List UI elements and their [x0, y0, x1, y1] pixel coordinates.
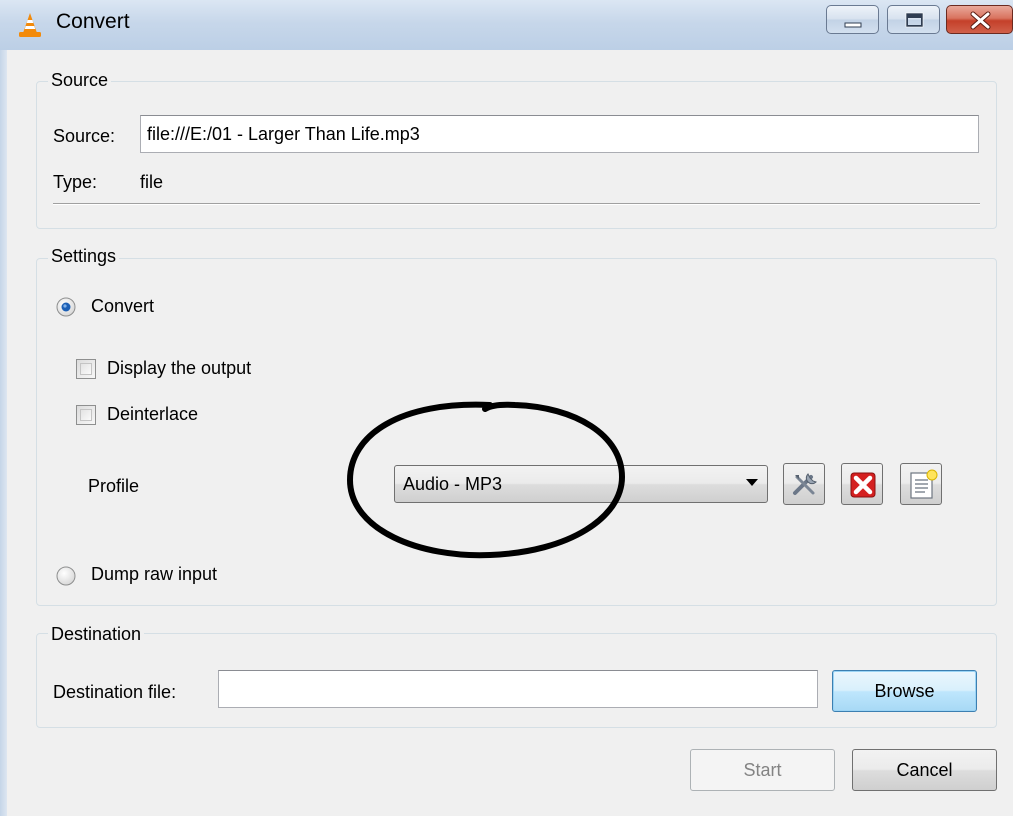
cancel-button[interactable]: Cancel	[852, 749, 997, 791]
profile-dropdown-value: Audio - MP3	[403, 473, 503, 494]
new-profile-button[interactable]	[900, 463, 942, 505]
title-bar[interactable]: Convert	[0, 0, 1013, 50]
settings-group	[36, 258, 997, 606]
maximize-icon	[905, 12, 924, 28]
edit-profile-button[interactable]	[783, 463, 825, 505]
minimize-button[interactable]	[826, 5, 879, 34]
window-title: Convert	[56, 10, 130, 33]
display-output-checkbox[interactable]	[76, 359, 96, 379]
convert-label: Convert	[91, 296, 155, 316]
edit-profile-icon	[793, 473, 817, 495]
destination-label: Destination file:	[53, 682, 177, 702]
source-separator	[53, 203, 980, 205]
close-icon	[970, 11, 991, 30]
convert-window: Convert Source Source: file:///E:/01 - L…	[0, 0, 1013, 816]
profile-label: Profile	[88, 476, 140, 496]
destination-group-title: Destination	[48, 624, 145, 645]
source-group	[36, 81, 997, 229]
dump-raw-label: Dump raw input	[91, 564, 218, 584]
delete-profile-icon	[850, 472, 876, 498]
delete-profile-button[interactable]	[841, 463, 883, 505]
minimize-icon	[844, 22, 862, 28]
profile-dropdown[interactable]: Audio - MP3	[394, 465, 768, 503]
close-window-button[interactable]	[946, 5, 1013, 34]
convert-radio[interactable]	[56, 297, 76, 317]
maximize-button[interactable]	[887, 5, 940, 34]
source-group-title: Source	[48, 70, 112, 91]
chevron-down-icon	[746, 479, 758, 486]
browse-button[interactable]: Browse	[832, 670, 977, 712]
dump-raw-radio[interactable]	[56, 566, 76, 586]
type-label: Type:	[53, 172, 98, 192]
source-label: Source:	[53, 126, 116, 146]
deinterlace-label: Deinterlace	[107, 404, 199, 424]
vlc-cone-icon	[19, 13, 41, 37]
deinterlace-checkbox[interactable]	[76, 405, 96, 425]
display-output-label: Display the output	[107, 358, 252, 378]
source-field[interactable]: file:///E:/01 - Larger Than Life.mp3	[140, 115, 979, 153]
window-frame	[0, 50, 7, 816]
settings-group-title: Settings	[48, 246, 120, 267]
new-profile-icon	[910, 469, 938, 499]
start-button[interactable]: Start	[690, 749, 835, 791]
type-value: file	[140, 172, 164, 192]
destination-file-field[interactable]	[218, 670, 818, 708]
